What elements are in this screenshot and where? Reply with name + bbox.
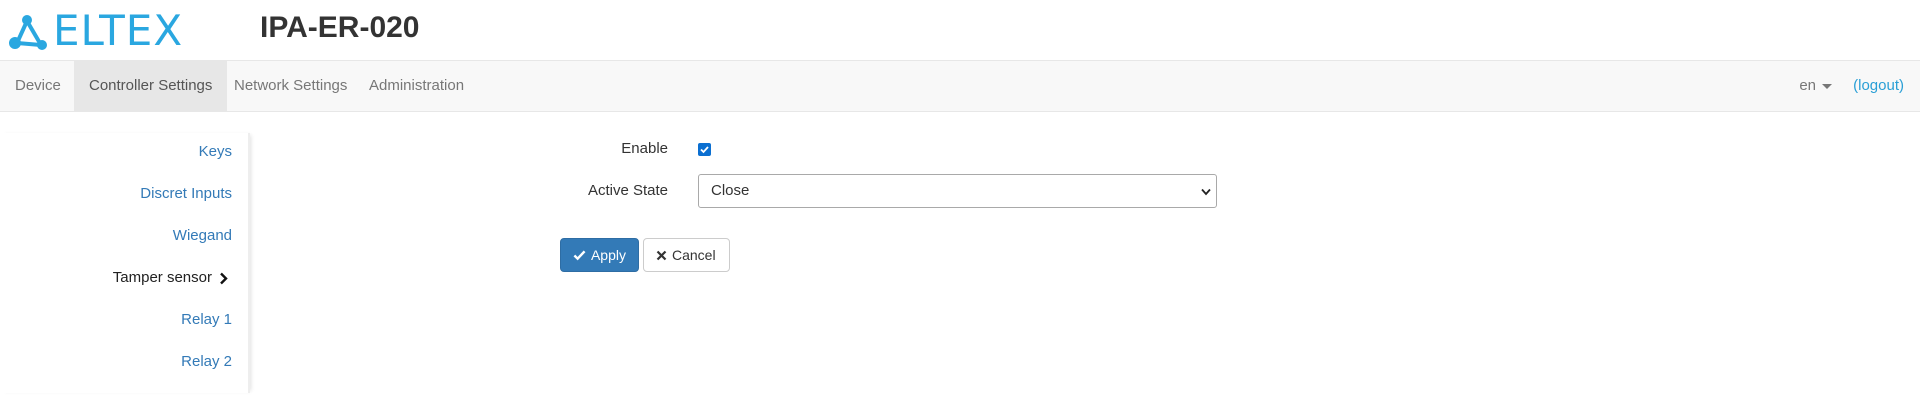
enable-checkbox[interactable] (698, 143, 711, 156)
language-label: en (1799, 77, 1816, 94)
nav-item-controller-settings[interactable]: Controller Settings (74, 61, 228, 111)
active-state-value: Close (711, 182, 750, 199)
sidebar-item-relay-1[interactable]: Relay 1 (181, 308, 232, 332)
enable-label: Enable (621, 140, 668, 157)
nav-item-network-settings[interactable]: Network Settings (219, 61, 362, 111)
apply-label: Apply (590, 247, 626, 263)
device-title: IPA-ER-020 (260, 11, 420, 44)
top-navbar: Device Controller Settings Network Setti… (0, 60, 1920, 112)
sidebar-item-label: Tamper sensor (112, 269, 212, 286)
eltex-logo-icon (9, 15, 47, 50)
sidebar-item-wiegand[interactable]: Wiegand (173, 224, 232, 248)
chevron-down-icon (1201, 188, 1211, 196)
apply-button[interactable]: Apply (560, 238, 639, 272)
cancel-label: Cancel (672, 247, 716, 263)
check-icon (573, 250, 586, 261)
check-icon (700, 146, 709, 154)
active-state-select[interactable]: Close (698, 174, 1217, 208)
eltex-logo[interactable]: ELTEX (7, 6, 184, 55)
active-state-label: Active State (587, 182, 668, 199)
nav-item-administration[interactable]: Administration (354, 61, 479, 111)
close-icon (656, 250, 667, 260)
caret-down-icon (1822, 83, 1832, 89)
sidebar: Keys Discret Inputs Wiegand Tamper senso… (0, 133, 250, 393)
cancel-button[interactable]: Cancel (643, 238, 730, 272)
sidebar-item-tamper-sensor[interactable]: Tamper sensor (113, 266, 230, 290)
sidebar-item-discret-inputs[interactable]: Discret Inputs (140, 182, 232, 206)
logout-link[interactable]: (logout) (1853, 61, 1904, 111)
logo-text: ELTEX (53, 6, 184, 55)
chevron-right-icon (216, 272, 230, 285)
nav-item-device[interactable]: Device (0, 61, 76, 111)
sidebar-item-relay-2[interactable]: Relay 2 (181, 350, 232, 374)
sidebar-item-keys[interactable]: Keys (199, 140, 232, 164)
language-dropdown[interactable]: en (1799, 61, 1832, 111)
header: ELTEX IPA-ER-020 (0, 0, 1920, 60)
